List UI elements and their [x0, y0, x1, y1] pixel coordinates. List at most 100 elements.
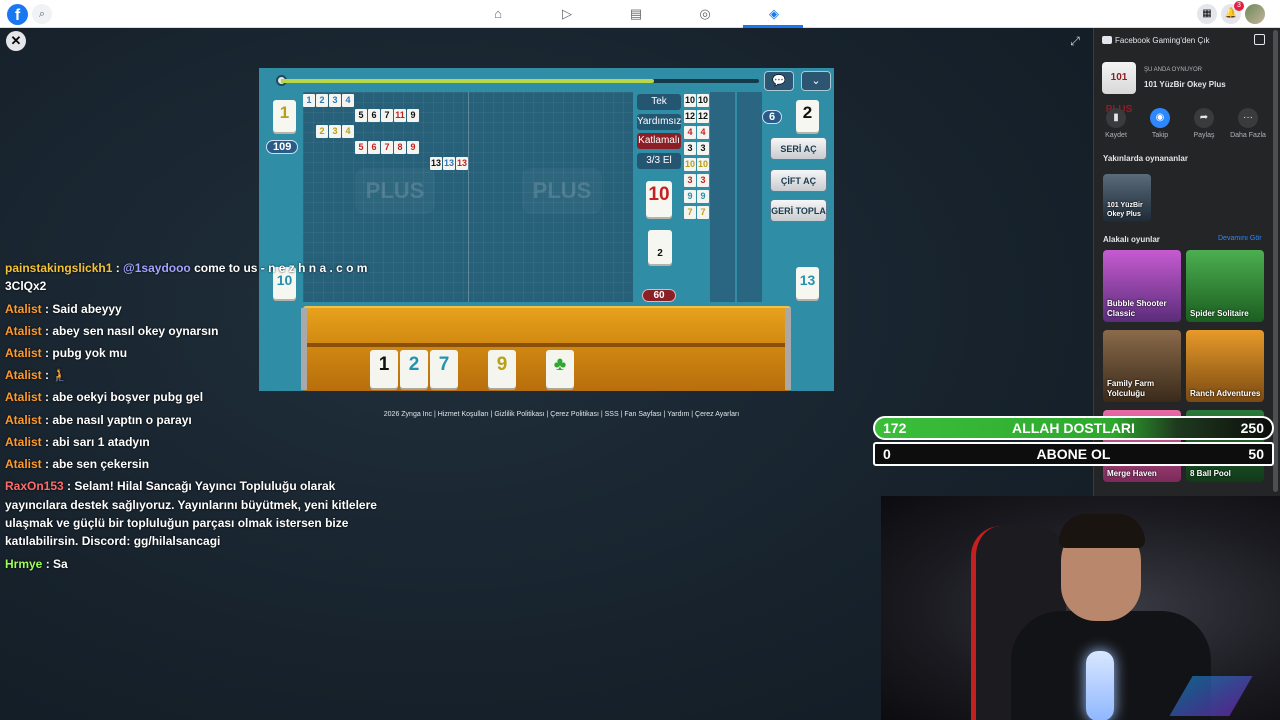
board-tile[interactable]: 2 — [316, 125, 328, 138]
profile-avatar[interactable] — [1245, 4, 1265, 24]
right-discard-tile[interactable]: 13 — [796, 267, 819, 299]
side-pair-tile[interactable]: 3 — [684, 142, 696, 155]
related-game-card[interactable]: Family Farm Yolculuğu — [1103, 330, 1181, 402]
side-pair-tile[interactable]: 10 — [697, 94, 709, 107]
chat-username[interactable]: Atalist — [5, 435, 42, 449]
center-pile-tile[interactable]: 2 — [648, 230, 672, 264]
related-game-card[interactable]: Ranch Adventures — [1186, 330, 1264, 402]
side-pair-tile[interactable]: 12 — [684, 110, 696, 123]
center-draw-tile[interactable]: 10 — [646, 181, 672, 217]
side-pair-tile[interactable]: 9 — [684, 190, 696, 203]
score-badge: 60 — [642, 289, 676, 302]
chat-username[interactable]: painstakingslickh1 — [5, 261, 112, 275]
board-tile[interactable]: 5 — [355, 141, 367, 154]
board-tile[interactable]: 3 — [329, 125, 341, 138]
side-pair-tile[interactable]: 10 — [684, 94, 696, 107]
chat-username[interactable]: Atalist — [5, 346, 42, 360]
board-tile[interactable]: 9 — [407, 109, 419, 122]
related-game-label: 8 Ball Pool — [1190, 469, 1231, 478]
chat-bubble-icon[interactable]: 💬 — [764, 71, 794, 91]
seri-ac-button[interactable]: SERİ AÇ — [770, 137, 827, 160]
gaming-icon[interactable]: ◈ — [760, 4, 788, 24]
facebook-logo[interactable]: f — [7, 4, 28, 25]
board-tile[interactable]: 13 — [430, 157, 442, 170]
side-pair-tile[interactable]: 12 — [697, 110, 709, 123]
side-pair-tile[interactable]: 10 — [684, 158, 696, 171]
chat-username[interactable]: Atalist — [5, 324, 42, 338]
chat-username[interactable]: Hrmye — [5, 557, 42, 571]
board-tile[interactable]: 9 — [407, 141, 419, 154]
exit-gaming-label: Facebook Gaming'den Çık — [1115, 36, 1210, 45]
geri-topla-button[interactable]: GERİ TOPLA — [770, 199, 827, 222]
board-tile[interactable]: 11 — [394, 109, 406, 122]
chat-username[interactable]: Atalist — [5, 302, 42, 316]
side-pair-tile[interactable]: 4 — [697, 126, 709, 139]
related-game-card[interactable]: Spider Solitaire — [1186, 250, 1264, 322]
side-pair-tile[interactable]: 7 — [697, 206, 709, 219]
current-game-name[interactable]: 101 YüzBir Okey Plus — [1144, 80, 1226, 89]
daha-fazla-button[interactable]: ··· Daha Fazla — [1228, 108, 1268, 139]
related-game-label: Spider Solitaire — [1190, 309, 1249, 318]
hand-tile[interactable]: 9 — [488, 350, 516, 388]
board-tile[interactable]: 2 — [316, 94, 328, 107]
side-pair-tile[interactable]: 4 — [684, 126, 696, 139]
board-tile[interactable]: 4 — [342, 125, 354, 138]
board-tile[interactable]: 3 — [329, 94, 341, 107]
paylaş-button[interactable]: ➦ Paylaş — [1184, 108, 1224, 139]
chat-message: Hrmye : Sa — [5, 556, 68, 571]
related-game-card[interactable]: Bubble Shooter Classic — [1103, 250, 1181, 322]
search-icon[interactable]: ⌕ — [32, 4, 52, 24]
right-indicator-tile[interactable]: 2 — [796, 100, 819, 132]
hand-tile[interactable]: 2 — [400, 350, 428, 388]
chat-mention[interactable]: @1saydooo — [123, 261, 194, 275]
cift-ac-button[interactable]: ÇİFT AÇ — [770, 169, 827, 192]
takip-button[interactable]: ◉ Takip — [1140, 108, 1180, 139]
chevron-down-icon[interactable]: ⌄ — [801, 71, 831, 91]
chat-username[interactable]: Atalist — [5, 368, 42, 382]
chat-username[interactable]: Atalist — [5, 457, 42, 471]
board-tile[interactable]: 13 — [456, 157, 468, 170]
side-pair-tile[interactable]: 7 — [684, 206, 696, 219]
game-thumbnail[interactable]: 101 PLUS — [1102, 62, 1136, 115]
mode-katlamali-label: Katlamalı — [637, 133, 681, 149]
side-pair-tile[interactable]: 3 — [697, 174, 709, 187]
side-pair-tile[interactable]: 3 — [697, 142, 709, 155]
panel-toggle-icon[interactable] — [1254, 34, 1265, 45]
chat-username[interactable]: Atalist — [5, 390, 42, 404]
see-more-link[interactable]: Devamını Gör — [1218, 235, 1262, 242]
exit-gaming-link[interactable]: Facebook Gaming'den Çık — [1102, 36, 1209, 45]
close-icon[interactable]: ✕ — [6, 31, 26, 51]
side-pair-tile[interactable]: 3 — [684, 174, 696, 187]
chat-username[interactable]: Atalist — [5, 413, 42, 427]
bookmark-icon: ▮ — [1106, 108, 1126, 128]
marketplace-icon[interactable]: ▤ — [622, 4, 650, 24]
side-pair-tile[interactable]: 9 — [697, 190, 709, 203]
menu-grid-icon[interactable]: ▦ — [1197, 4, 1217, 24]
board-tile[interactable]: 6 — [368, 109, 380, 122]
chat-text: 🧎 — [52, 368, 68, 383]
kaydet-button[interactable]: ▮ Kaydet — [1096, 108, 1136, 139]
indicator-tile[interactable]: 1 — [273, 100, 296, 132]
rgb-lamp — [1086, 651, 1114, 720]
sidebar-scrollbar[interactable] — [1273, 30, 1278, 492]
hand-tile[interactable]: 7 — [430, 350, 458, 388]
board-tile[interactable]: 7 — [381, 109, 393, 122]
home-icon[interactable]: ⌂ — [484, 4, 512, 24]
board-tile[interactable]: 13 — [443, 157, 455, 170]
recent-game-card[interactable]: 101 YüzBir Okey Plus — [1103, 174, 1151, 222]
side-column — [710, 92, 735, 302]
board-tile[interactable]: 7 — [381, 141, 393, 154]
board-tile[interactable]: 6 — [368, 141, 380, 154]
hand-tile[interactable]: ♣ — [546, 350, 574, 388]
watch-icon[interactable]: ▷ — [553, 4, 581, 24]
fullscreen-icon[interactable]: ⤢ — [1067, 33, 1083, 49]
board-tile[interactable]: 1 — [303, 94, 315, 107]
side-pair-tile[interactable]: 10 — [697, 158, 709, 171]
chat-username[interactable]: RaxOn153 — [5, 479, 64, 493]
action-label: Paylaş — [1193, 132, 1215, 139]
notification-badge: 3 — [1234, 1, 1244, 11]
board-tile[interactable]: 4 — [342, 94, 354, 107]
board-tile[interactable]: 5 — [355, 109, 367, 122]
board-tile[interactable]: 8 — [394, 141, 406, 154]
groups-icon[interactable]: ◎ — [691, 4, 719, 24]
